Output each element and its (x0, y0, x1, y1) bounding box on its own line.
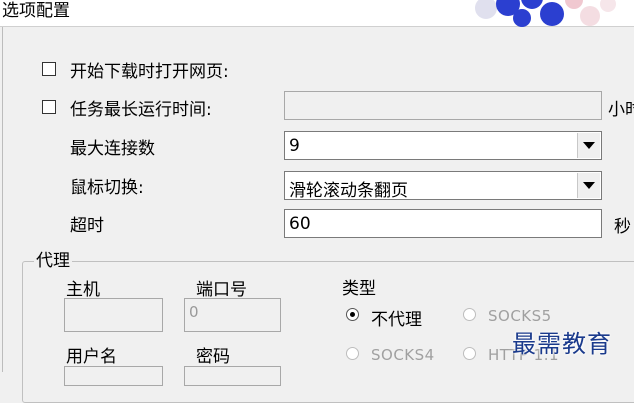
max-conn-select[interactable]: 9 (284, 131, 602, 160)
mouse-switch-label: 鼠标切换: (70, 178, 144, 198)
type-none-label: 不代理 (371, 310, 422, 330)
type-socks4-label: SOCKS4 (371, 346, 435, 364)
max-conn-dropdown-button[interactable] (577, 133, 600, 158)
type-radio-none[interactable] (346, 308, 359, 321)
max-runtime-input[interactable] (284, 91, 602, 120)
port-label: 端口号 (196, 280, 247, 300)
timeout-input[interactable]: 60 (284, 209, 602, 238)
max-runtime-label: 任务最长运行时间: (70, 100, 212, 120)
max-runtime-checkbox[interactable] (42, 100, 56, 114)
open-page-label: 开始下载时打开网页: (70, 62, 229, 82)
user-label: 用户名 (66, 347, 117, 367)
user-input[interactable] (64, 366, 163, 386)
watermark-text: 最需教育 (512, 330, 612, 358)
password-input[interactable] (184, 366, 281, 386)
window-title: 选项配置 (2, 1, 70, 21)
type-radio-http[interactable] (463, 347, 476, 360)
host-label: 主机 (66, 280, 100, 300)
app-logo-icon (475, 0, 616, 27)
type-socks5-label: SOCKS5 (488, 307, 552, 325)
chevron-down-icon (583, 142, 595, 149)
max-runtime-unit: 小时 (608, 100, 634, 120)
open-page-checkbox[interactable] (42, 62, 56, 76)
max-conn-value: 9 (289, 136, 300, 156)
max-conn-label: 最大连接数 (70, 139, 155, 159)
mouse-switch-dropdown-button[interactable] (577, 173, 600, 198)
chevron-down-icon (583, 182, 595, 189)
type-radio-socks5[interactable] (463, 308, 476, 321)
port-input[interactable]: 0 (184, 298, 281, 332)
mouse-switch-select[interactable]: 滑轮滚动条翻页 (284, 171, 602, 200)
password-label: 密码 (196, 347, 230, 367)
mouse-switch-value: 滑轮滚动条翻页 (289, 181, 408, 200)
type-radio-socks4[interactable] (346, 347, 359, 360)
type-label: 类型 (342, 279, 376, 299)
timeout-label: 超时 (70, 216, 104, 236)
proxy-group-title: 代理 (34, 246, 72, 271)
host-input[interactable] (64, 298, 163, 332)
timeout-unit: 秒 (614, 217, 631, 237)
